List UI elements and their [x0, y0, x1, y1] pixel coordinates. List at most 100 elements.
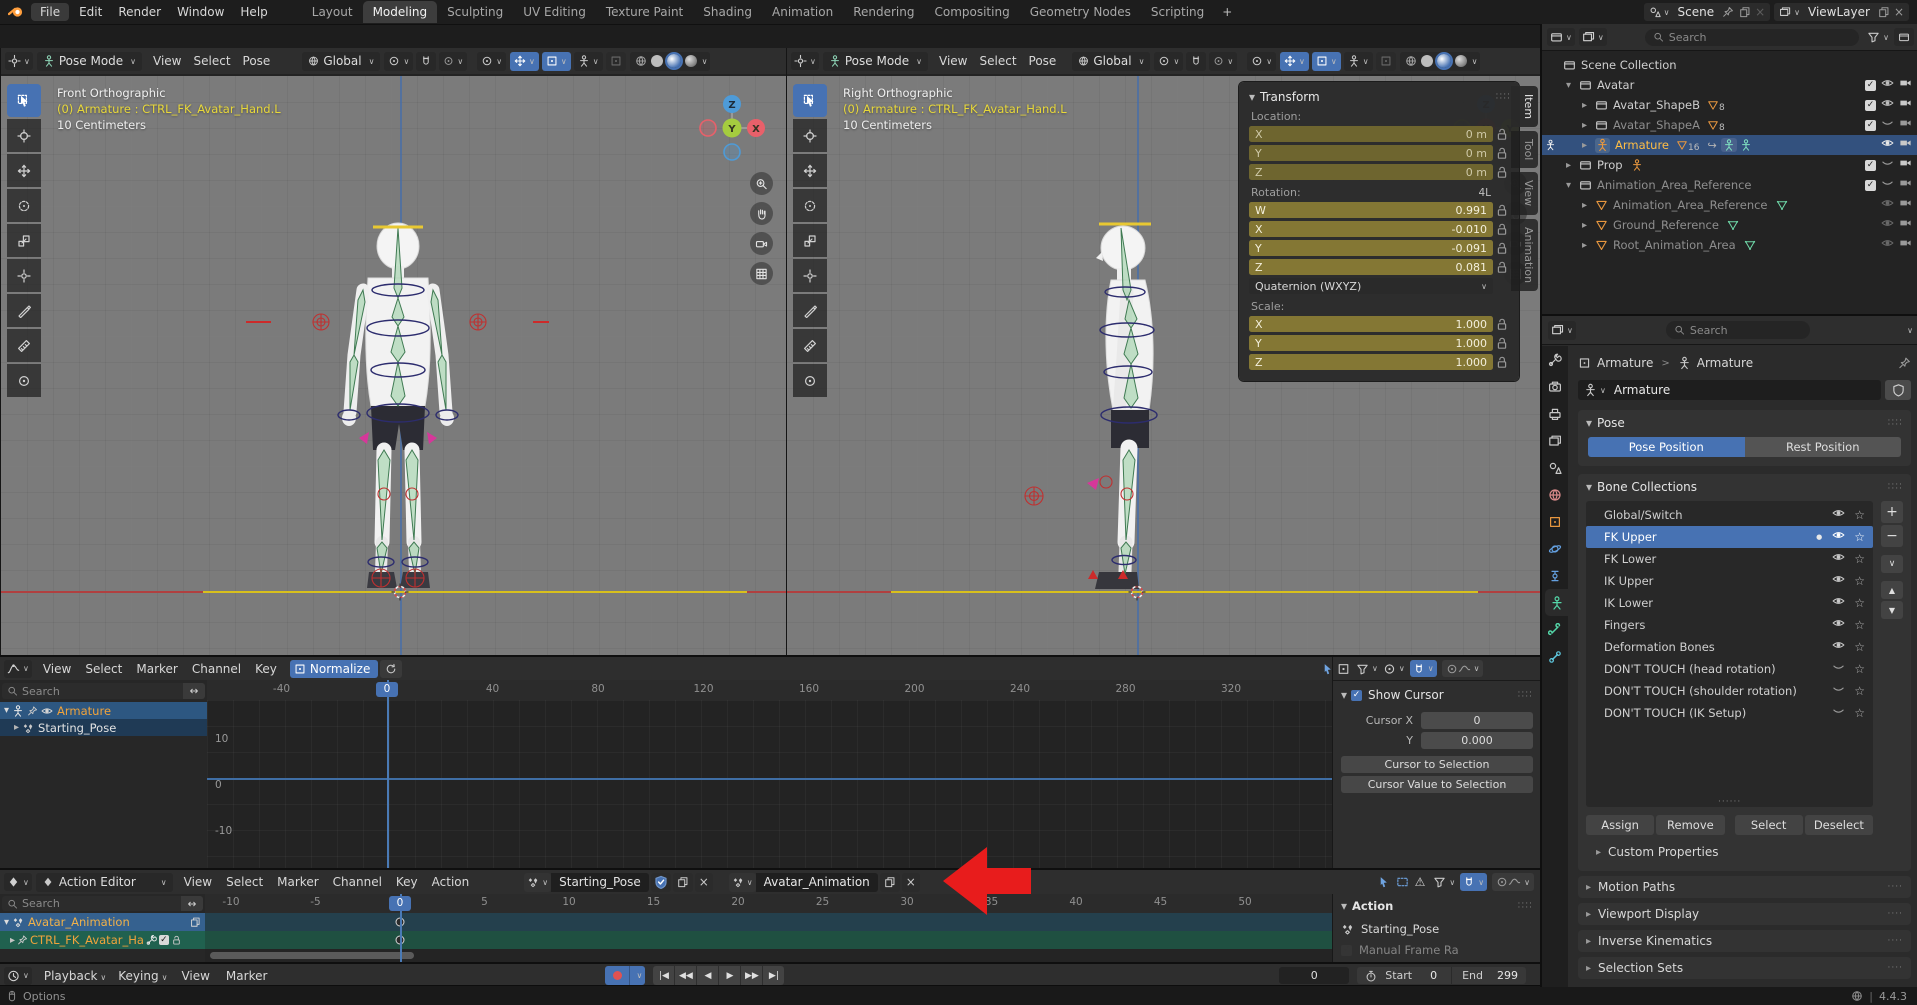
- viewport-menu-pose[interactable]: Pose: [1023, 54, 1063, 68]
- start-frame-field[interactable]: 0: [1430, 969, 1437, 982]
- cursor-to-selection-button[interactable]: Cursor to Selection: [1341, 756, 1533, 773]
- id-name-field[interactable]: ∨Armature: [1578, 380, 1881, 400]
- outliner-row-animation-area-reference[interactable]: ▾Animation_Area_Reference✓: [1542, 175, 1917, 195]
- lock-open-icon[interactable]: [1493, 317, 1511, 331]
- snap-target-button[interactable]: ∨: [384, 52, 413, 71]
- solo-star-icon[interactable]: ☆: [1854, 552, 1865, 566]
- outliner-row-prop[interactable]: ▸Prop✓: [1542, 155, 1917, 175]
- panel-grip[interactable]: ····: [1888, 966, 1903, 970]
- lock-open-icon[interactable]: [1493, 260, 1511, 274]
- graph-menu-marker[interactable]: Marker: [129, 662, 184, 676]
- workspace-tab-scripting[interactable]: Scripting: [1141, 1, 1214, 23]
- tool-move-button[interactable]: [793, 154, 827, 187]
- bone-collection-row[interactable]: DON'T TOUCH (head rotation)☆: [1586, 658, 1873, 680]
- pose-panel-title[interactable]: Pose: [1597, 416, 1625, 430]
- caret-right-icon[interactable]: ▸: [1596, 847, 1601, 858]
- graph-menu-channel[interactable]: Channel: [185, 662, 248, 676]
- panel-grip[interactable]: ········: [1518, 902, 1533, 910]
- lock-open-icon[interactable]: [1493, 146, 1511, 160]
- editor-type-button[interactable]: ∨: [791, 52, 819, 70]
- properties-tab-bone-constraint[interactable]: [1542, 643, 1568, 670]
- mode-label[interactable]: Pose Mode: [845, 54, 909, 68]
- blender-logo-icon[interactable]: [8, 5, 25, 19]
- pivot-point-button[interactable]: ∨: [477, 52, 506, 71]
- row-label[interactable]: Prop: [1597, 158, 1623, 172]
- gizmo-toggle-button[interactable]: ∨: [510, 52, 539, 71]
- bone-collection-row[interactable]: DON'T TOUCH (IK Setup)☆: [1586, 702, 1873, 724]
- viewport-menu-select[interactable]: Select: [188, 54, 237, 68]
- dope-menu-action[interactable]: Action: [425, 875, 477, 889]
- properties-tab-constraints[interactable]: [1542, 562, 1568, 589]
- mode-label[interactable]: Pose Mode: [59, 54, 123, 68]
- exclude-checkbox[interactable]: ✓: [1865, 80, 1876, 91]
- pose-position-button[interactable]: Pose Position: [1588, 437, 1745, 457]
- properties-tab-render[interactable]: [1542, 373, 1568, 400]
- solo-star-icon[interactable]: ☆: [1854, 530, 1865, 544]
- breadcrumb-object[interactable]: Armature: [1597, 356, 1653, 370]
- editor-type-button[interactable]: ∨: [4, 967, 32, 985]
- properties-tab-object[interactable]: [1542, 508, 1568, 535]
- timeline-view-menu[interactable]: View: [173, 969, 217, 983]
- row-label[interactable]: Avatar_ShapeB: [1613, 98, 1700, 112]
- proportional-edit-button[interactable]: ∨: [439, 52, 467, 71]
- dope-search-input[interactable]: Search: [2, 896, 181, 911]
- transform-field-y[interactable]: Y1.000: [1249, 335, 1493, 351]
- proportional-edit-button[interactable]: ∨: [1209, 52, 1237, 71]
- shading-rendered-icon[interactable]: [1455, 55, 1467, 67]
- lock-open-icon[interactable]: [1493, 241, 1511, 255]
- snap-toggle-button[interactable]: ∨: [1460, 873, 1487, 891]
- workspace-tab-shading[interactable]: Shading: [693, 1, 762, 23]
- bone-collection-row[interactable]: IK Lower☆: [1586, 592, 1873, 614]
- panel-grip[interactable]: ········: [1888, 419, 1903, 427]
- nav-toggle-ortho-button[interactable]: [750, 262, 773, 285]
- properties-tab-output[interactable]: [1542, 400, 1568, 427]
- snap-toggle-button[interactable]: [1186, 52, 1206, 71]
- outliner-row-avatar[interactable]: ▾Avatar✓: [1542, 75, 1917, 95]
- orientation-label[interactable]: Global: [1093, 54, 1131, 68]
- shading-solid-icon[interactable]: [1421, 55, 1433, 67]
- outliner-row-ground-reference[interactable]: ▸Ground_Reference: [1542, 215, 1917, 235]
- pose-overlay-button[interactable]: ∨: [1344, 52, 1373, 71]
- transform-field-y[interactable]: Y0 m: [1249, 145, 1493, 161]
- editor-type-button[interactable]: ∨: [4, 660, 32, 678]
- workspace-tab-layout[interactable]: Layout: [302, 1, 363, 23]
- channel-name[interactable]: Armature: [57, 704, 111, 718]
- shading-solid-icon[interactable]: [651, 55, 663, 67]
- overlays-toggle-button[interactable]: ∨: [542, 52, 571, 71]
- collection-name[interactable]: Global/Switch: [1604, 508, 1683, 522]
- solo-star-icon[interactable]: ☆: [1854, 618, 1865, 632]
- search-filter-button[interactable]: [181, 896, 203, 911]
- viewport-menu-view[interactable]: View: [147, 54, 187, 68]
- nav-camera-view-button[interactable]: [750, 232, 773, 255]
- pose-overlay-button[interactable]: ∨: [574, 52, 603, 71]
- transform-field-x[interactable]: X1.000: [1249, 316, 1493, 332]
- collection-name[interactable]: FK Upper: [1604, 530, 1657, 544]
- rest-position-button[interactable]: Rest Position: [1745, 437, 1902, 457]
- graph-menu-select[interactable]: Select: [78, 662, 129, 676]
- panel-grip[interactable]: ····: [1888, 939, 1903, 943]
- dope-key-area[interactable]: [205, 913, 1332, 964]
- collection-name[interactable]: IK Lower: [1604, 596, 1653, 610]
- new-collection-button[interactable]: [1894, 28, 1914, 46]
- editor-type-button[interactable]: ∨: [4, 873, 32, 891]
- transform-field-y[interactable]: Y-0.091: [1249, 240, 1493, 256]
- unlink-action-button[interactable]: ×: [695, 873, 713, 892]
- jump-to-end-button[interactable]: ▶|: [763, 966, 784, 985]
- topbar-menu-edit[interactable]: Edit: [71, 5, 110, 19]
- tool-transform-button[interactable]: [7, 259, 41, 292]
- topbar-menu-render[interactable]: Render: [110, 5, 169, 19]
- bone-collection-row[interactable]: DON'T TOUCH (shoulder rotation)☆: [1586, 680, 1873, 702]
- outliner-row-avatar-shapea[interactable]: ▸Avatar_ShapeA8✓: [1542, 115, 1917, 135]
- transform-field-x[interactable]: X-0.010: [1249, 221, 1493, 237]
- tool-scale-button[interactable]: [793, 224, 827, 257]
- fake-user-shield-button[interactable]: [1885, 380, 1911, 400]
- channel-starting-pose[interactable]: ▸Starting_Pose: [0, 719, 207, 736]
- channel-avatar-animation[interactable]: ▾Avatar_Animation: [0, 913, 205, 931]
- properties-search-input[interactable]: Search: [1666, 321, 1810, 339]
- auto-keying-toggle[interactable]: [605, 966, 629, 985]
- transform-field-z[interactable]: Z1.000: [1249, 354, 1493, 370]
- jump-next-keyframe-button[interactable]: ▶▶: [741, 966, 763, 985]
- auto-keying-options[interactable]: ∨: [629, 966, 645, 985]
- solo-star-icon[interactable]: ☆: [1854, 662, 1865, 676]
- outliner-row-scene-collection[interactable]: Scene Collection: [1542, 55, 1917, 75]
